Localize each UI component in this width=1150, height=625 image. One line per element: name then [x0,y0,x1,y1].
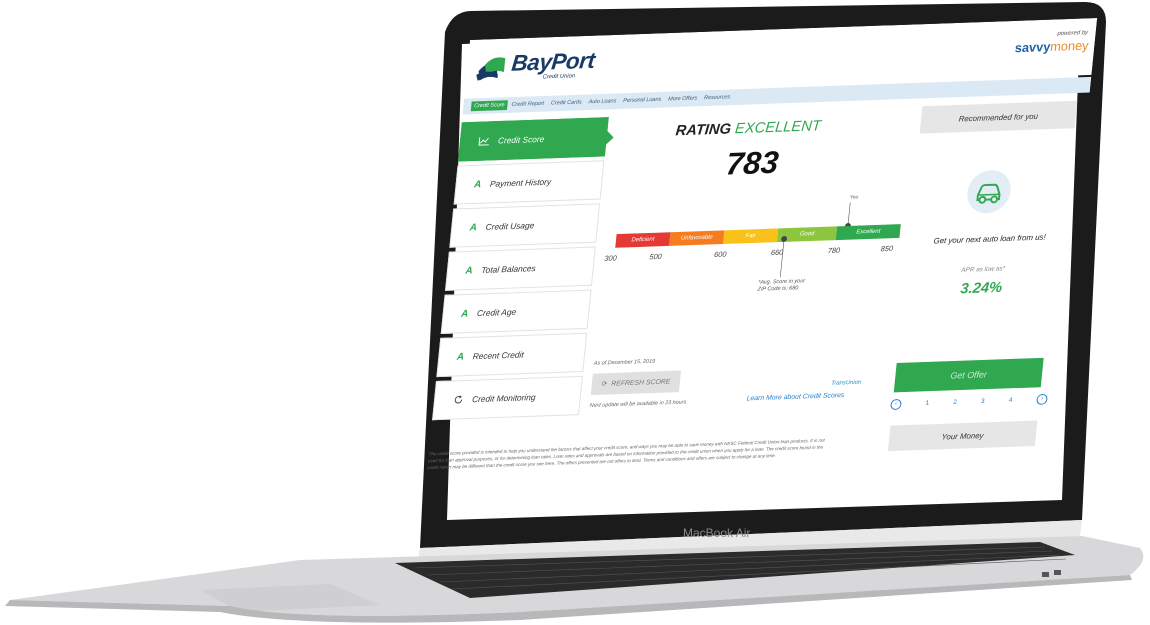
segment-excellent: Excellent [835,224,901,241]
car-icon [976,183,1001,204]
device-label: MacBook Air [683,526,751,540]
rating-word: EXCELLENT [734,117,822,138]
chart-trend-icon [478,137,489,146]
nav-more-offers[interactable]: More Offers [665,93,701,104]
segment-unfavorable: Unfavorable [669,230,725,246]
side-item-label: Credit Monitoring [471,392,537,405]
nav-auto-loans[interactable]: Auto Loans [585,96,620,107]
side-item-label: Recent Credit [472,349,525,362]
side-item-label: Total Balances [480,263,537,275]
page-2[interactable]: 2 [953,398,957,405]
get-offer-button[interactable]: Get Offer [893,357,1044,393]
you-marker-label: You [849,194,859,201]
grade-badge: A [460,308,469,320]
offer-headline: Get your next auto loan from us! [933,232,1047,246]
grade-badge: A [464,264,474,277]
offers-panel: Recommended for you Get your next auto l… [887,100,1084,452]
next-arrow-icon[interactable]: › [1036,393,1048,405]
nav-credit-cards[interactable]: Credit Cards [547,97,585,108]
grade-badge: A [456,351,465,363]
refresh-circle-icon [454,395,463,404]
tick-label: 850 [880,243,894,254]
next-update-text: Next update will be available in 23 hour… [589,399,687,409]
offer-pager: ‹ 1 2 3 4 › [890,393,1048,410]
page-4[interactable]: 4 [1008,396,1012,403]
side-item-credit-age[interactable]: A Credit Age [440,289,592,334]
nav-personal-loans[interactable]: Personal Loans [620,95,665,106]
side-item-total-balances[interactable]: A Total Balances [444,246,596,291]
powered-by-label: powered by [1057,30,1089,38]
rating-heading: RATING EXCELLENT [674,117,822,140]
tick-label: 300 [603,253,618,263]
side-item-credit-monitoring[interactable]: Credit Monitoring [431,375,583,421]
page-1[interactable]: 1 [925,399,929,406]
segment-fair: Fair [723,228,779,245]
recommended-heading: Recommended for you [919,100,1078,134]
nav-credit-report[interactable]: Credit Report [508,99,547,110]
tick-label: 780 [827,245,841,256]
side-item-label: Credit Usage [485,220,535,232]
credit-score-value: 783 [724,144,781,182]
brand-subtitle: Credit Union [542,73,576,81]
learn-more-link[interactable]: Learn More about Credit Scores [746,392,844,402]
nav-resources[interactable]: Resources [700,92,733,103]
tick-label: 500 [649,252,663,262]
tick-label: 600 [713,249,727,260]
side-item-payment-history[interactable]: A Payment History [453,160,605,205]
refresh-icon: ⟳ [601,380,608,388]
bureau-logo: TransUnion [830,379,862,387]
score-panel: RATING EXCELLENT 783 You Deficient Unfav… [585,107,912,450]
nav-credit-score[interactable]: Credit Score [470,100,509,112]
car-icon-bg [965,169,1013,215]
bayport-logo-icon [476,57,506,81]
side-item-credit-usage[interactable]: A Credit Usage [449,203,601,248]
apr-value: 3.24% [959,279,1003,298]
avg-zip-score: *Avg. Score in your ZIP Code is: 680 [757,278,806,293]
as-of-date: As of December 15, 2019 [593,358,656,367]
brand-name: BayPort [510,47,596,76]
page-3[interactable]: 3 [981,397,985,404]
grade-badge: A [473,178,482,190]
side-item-credit-score[interactable]: Credit Score [457,117,609,162]
screen: BayPort Credit Union powered by savvymon… [424,18,1098,501]
refresh-score-button[interactable]: ⟳ REFRESH SCORE [590,370,682,396]
tick-label: 660 [770,247,784,258]
your-money-heading[interactable]: Your Money [887,420,1038,452]
side-item-label: Payment History [489,176,552,189]
side-item-label: Credit Age [476,306,517,319]
side-item-label: Credit Score [497,134,545,146]
apr-label: APR as low as* [960,265,1006,274]
prev-arrow-icon[interactable]: ‹ [890,398,902,410]
side-item-recent-credit[interactable]: A Recent Credit [436,332,588,378]
segment-deficient: Deficient [615,232,671,248]
grade-badge: A [469,221,478,233]
partner-logo: savvymoney [1014,37,1090,56]
